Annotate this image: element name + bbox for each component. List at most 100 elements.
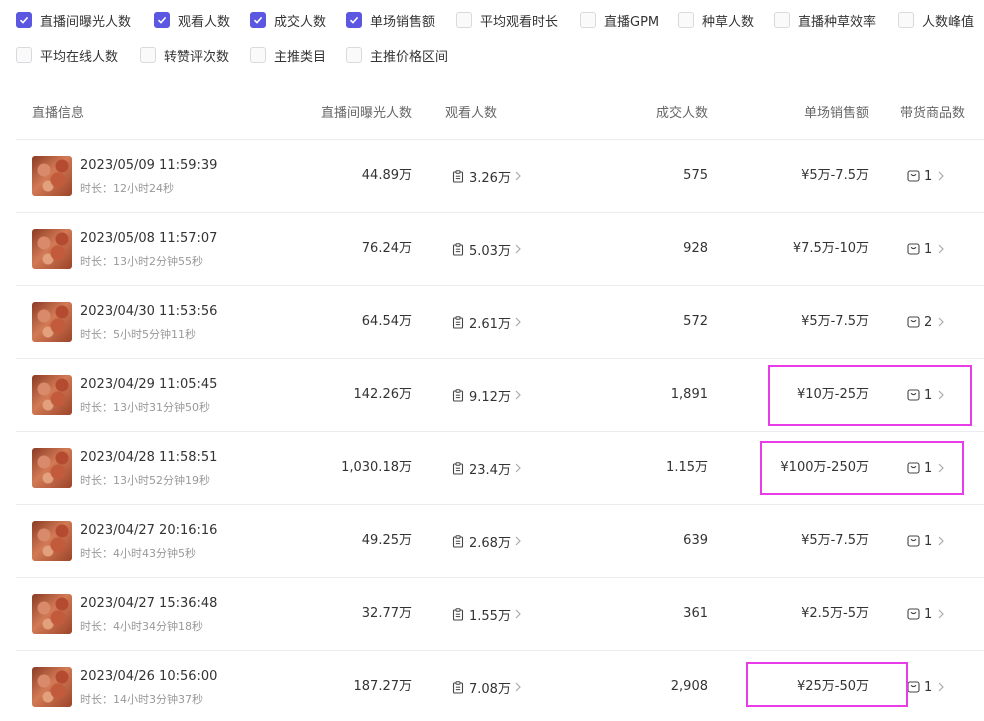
- filter-checkbox-engagement[interactable]: 转赞评次数: [140, 44, 229, 66]
- checkbox-box: [16, 47, 32, 63]
- live-duration: 时长：13小时52分钟19秒: [80, 474, 210, 487]
- checkbox-box: [250, 12, 266, 28]
- live-datetime: 2023/05/09 11:59:39: [80, 158, 218, 173]
- viewers-cell[interactable]: 1.55万: [452, 578, 521, 650]
- viewers-value: 5.03万: [469, 243, 511, 259]
- live-duration: 时长：5小时5分钟11秒: [80, 328, 196, 341]
- filter-label: 单场销售额: [370, 14, 436, 30]
- checkbox-box: [140, 47, 156, 63]
- checkbox-box: [16, 12, 32, 28]
- check-icon: [157, 16, 167, 24]
- viewers-cell[interactable]: 5.03万: [452, 213, 521, 285]
- chevron-right-icon: [938, 609, 945, 619]
- filter-checkbox-gpm[interactable]: 直播GPM: [580, 9, 659, 31]
- chevron-right-icon: [515, 244, 521, 254]
- goods-cell[interactable]: 1: [907, 359, 945, 431]
- viewers-cell[interactable]: 9.12万: [452, 359, 521, 431]
- viewers-cell[interactable]: 7.08万: [452, 651, 521, 721]
- filter-checkbox-price-range[interactable]: 主推价格区间: [346, 44, 448, 66]
- exposure-value: 142.26万: [353, 387, 413, 402]
- metric-filter-bar: 直播间曝光人数 观看人数 成交人数 单场销售额 平均观看时长 直播GPM 种草人…: [0, 0, 984, 80]
- deals-value: 1.15万: [666, 460, 708, 475]
- filter-checkbox-deals[interactable]: 成交人数: [250, 9, 326, 31]
- chevron-right-icon: [515, 463, 521, 473]
- sales-value: ¥100万-250万: [780, 460, 869, 475]
- clipboard-icon: [452, 680, 464, 694]
- goods-count: 1: [924, 460, 933, 476]
- exposure-value: 76.24万: [361, 241, 412, 256]
- filter-checkbox-avg-watch-time[interactable]: 平均观看时长: [456, 9, 558, 31]
- viewers-value: 2.68万: [469, 535, 511, 551]
- viewers-cell[interactable]: 2.61万: [452, 286, 521, 358]
- shopping-bag-icon: [907, 535, 920, 547]
- checkbox-box: [154, 12, 170, 28]
- goods-cell[interactable]: 1: [907, 651, 945, 721]
- table-row[interactable]: 2023/04/27 20:16:16 时长：4小时43分钟5秒 49.25万 …: [16, 505, 984, 578]
- checkbox-box: [250, 47, 266, 63]
- filter-checkbox-peak-viewers[interactable]: 人数峰值: [898, 9, 974, 31]
- goods-cell[interactable]: 2: [907, 286, 945, 358]
- table-row[interactable]: 2023/04/26 10:56:00 时长：14小时3分钟37秒 187.27…: [16, 651, 984, 721]
- chevron-right-icon: [515, 682, 521, 692]
- filter-checkbox-avg-online[interactable]: 平均在线人数: [16, 44, 118, 66]
- live-cover-thumbnail: [32, 521, 72, 561]
- header-goods[interactable]: 带货商品数: [900, 90, 965, 140]
- viewers-value: 1.55万: [469, 608, 511, 624]
- sales-value: ¥5万-7.5万: [801, 314, 869, 329]
- viewers-cell[interactable]: 2.68万: [452, 505, 521, 577]
- live-cover-thumbnail: [32, 156, 72, 196]
- deals-value: 361: [683, 606, 708, 621]
- header-sales[interactable]: 单场销售额: [736, 90, 869, 140]
- clipboard-icon: [452, 388, 464, 402]
- live-duration: 时长：4小时43分钟5秒: [80, 547, 196, 560]
- clipboard-icon: [452, 315, 464, 329]
- header-exposure[interactable]: 直播间曝光人数: [296, 90, 412, 140]
- table-row[interactable]: 2023/05/08 11:57:07 时长：13小时2分钟55秒 76.24万…: [16, 213, 984, 286]
- table-row[interactable]: 2023/04/28 11:58:51 时长：13小时52分钟19秒 1,030…: [16, 432, 984, 505]
- table-row[interactable]: 2023/04/30 11:53:56 时长：5小时5分钟11秒 64.54万 …: [16, 286, 984, 359]
- table-row[interactable]: 2023/04/29 11:05:45 时长：13小时31分钟50秒 142.2…: [16, 359, 984, 432]
- live-duration: 时长：13小时2分钟55秒: [80, 255, 203, 268]
- filter-label: 转赞评次数: [164, 49, 230, 65]
- clipboard-icon: [452, 607, 464, 621]
- chevron-right-icon: [938, 390, 945, 400]
- live-cover-thumbnail: [32, 594, 72, 634]
- check-icon: [19, 16, 29, 24]
- check-icon: [253, 16, 263, 24]
- chevron-right-icon: [515, 171, 521, 181]
- table-row[interactable]: 2023/04/27 15:36:48 时长：4小时34分钟18秒 32.77万…: [16, 578, 984, 651]
- shopping-bag-icon: [907, 389, 920, 401]
- goods-cell[interactable]: 1: [907, 140, 945, 212]
- header-live-info[interactable]: 直播信息: [32, 90, 84, 140]
- goods-cell[interactable]: 1: [907, 505, 945, 577]
- header-deals[interactable]: 成交人数: [616, 90, 708, 140]
- deals-value: 572: [683, 314, 708, 329]
- goods-cell[interactable]: 1: [907, 432, 945, 504]
- deals-value: 639: [683, 533, 708, 548]
- filter-checkbox-seeding-efficiency[interactable]: 直播种草效率: [774, 9, 876, 31]
- table-row[interactable]: 2023/05/09 11:59:39 时长：12小时24秒 44.89万 3.…: [16, 140, 984, 213]
- goods-cell[interactable]: 1: [907, 213, 945, 285]
- live-cover-thumbnail: [32, 302, 72, 342]
- filter-checkbox-sales[interactable]: 单场销售额: [346, 9, 435, 31]
- viewers-value: 9.12万: [469, 389, 511, 405]
- live-cover-thumbnail: [32, 448, 72, 488]
- chevron-right-icon: [938, 244, 945, 254]
- clipboard-icon: [452, 461, 464, 475]
- filter-checkbox-exposure[interactable]: 直播间曝光人数: [16, 9, 131, 31]
- header-viewers[interactable]: 观看人数: [445, 90, 497, 140]
- filter-checkbox-main-category[interactable]: 主推类目: [250, 44, 326, 66]
- deals-value: 575: [683, 168, 708, 183]
- goods-cell[interactable]: 1: [907, 578, 945, 650]
- live-datetime: 2023/04/30 11:53:56: [80, 304, 218, 319]
- filter-label: 主推价格区间: [370, 49, 449, 65]
- filter-checkbox-viewers[interactable]: 观看人数: [154, 9, 230, 31]
- viewers-value: 2.61万: [469, 316, 511, 332]
- live-cover-thumbnail: [32, 375, 72, 415]
- viewers-cell[interactable]: 23.4万: [452, 432, 521, 504]
- live-datetime: 2023/04/29 11:05:45: [80, 377, 218, 392]
- filter-checkbox-seeding-count[interactable]: 种草人数: [678, 9, 754, 31]
- exposure-value: 32.77万: [361, 606, 412, 621]
- viewers-cell[interactable]: 3.26万: [452, 140, 521, 212]
- exposure-value: 49.25万: [361, 533, 412, 548]
